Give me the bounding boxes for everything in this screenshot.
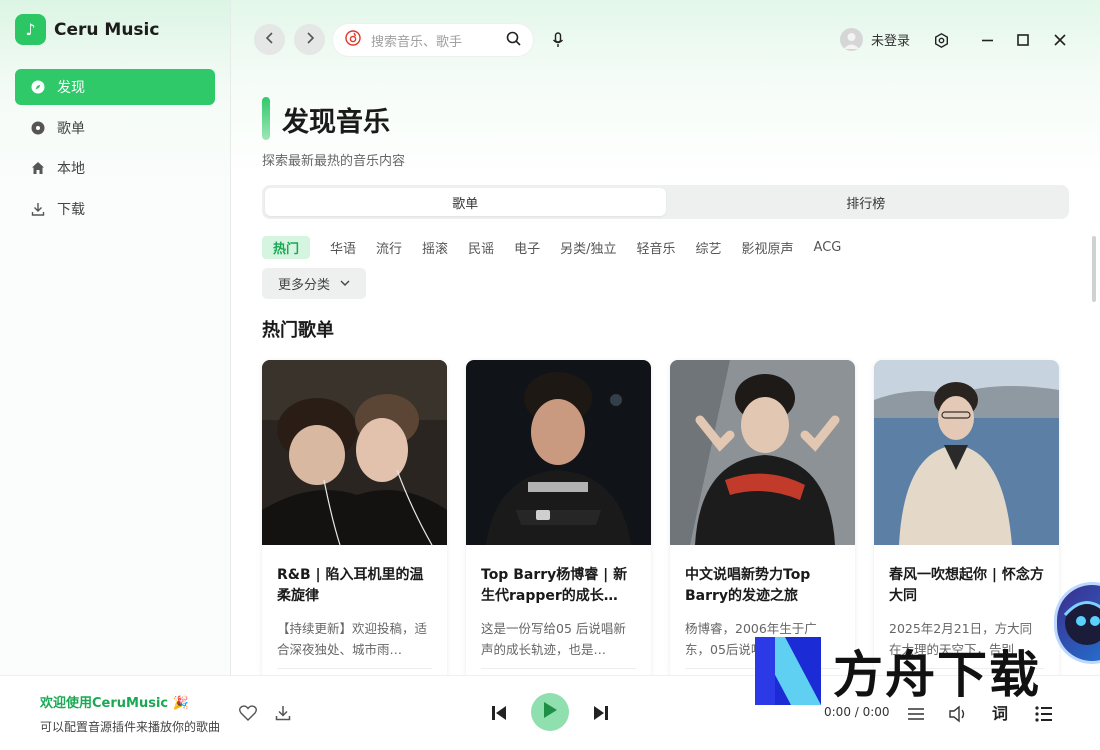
category-light[interactable]: 轻音乐 (636, 236, 675, 259)
close-icon[interactable] (1050, 30, 1070, 50)
home-icon (31, 161, 45, 175)
play-icon (542, 701, 558, 723)
tab-charts[interactable]: 排行榜 (666, 188, 1067, 216)
sidebar-item-label: 发现 (57, 80, 85, 96)
sidebar: ♪ Ceru Music 发现 歌单 本地 下载 (0, 0, 231, 675)
sidebar-item-playlists[interactable]: 歌单 (15, 110, 215, 146)
minimize-icon[interactable] (977, 30, 997, 50)
heart-icon[interactable] (238, 703, 258, 723)
playlist-card[interactable]: 中文说唱新势力Top Barry的发迹之旅 杨博睿，2006年生于广东，05后说… (670, 360, 855, 680)
page-subtitle: 探索最新最热的音乐内容 (262, 154, 406, 169)
more-categories-button[interactable]: 更多分类 (262, 268, 366, 299)
site-watermark: 方舟下载 (755, 637, 1055, 705)
divider (277, 668, 432, 669)
play-button[interactable] (531, 693, 569, 731)
playlist-cover-image[interactable] (466, 360, 651, 545)
sidebar-item-label: 歌单 (57, 120, 85, 137)
playlist-card[interactable]: Top Barry杨博睿 | 新生代rapper的成长… 这是一份写给05 后说… (466, 360, 651, 680)
hint-text: 可以配置音源插件来播放你的歌曲 (40, 720, 221, 734)
sidebar-item-downloads[interactable]: 下载 (15, 191, 215, 227)
microphone-icon[interactable] (548, 30, 568, 50)
category-rock[interactable]: 摇滚 (422, 236, 448, 259)
chevron-right-icon (305, 31, 315, 48)
vertical-scrollbar[interactable] (1092, 236, 1096, 302)
sidebar-item-local[interactable]: 本地 (15, 150, 215, 186)
playlist-title[interactable]: 春风一吹想起你 | 怀念方大同 (889, 565, 1044, 607)
category-variety[interactable]: 综艺 (696, 236, 722, 259)
previous-track-icon[interactable] (488, 702, 510, 724)
category-electronic[interactable]: 电子 (514, 236, 540, 259)
playlist-cover-image[interactable] (874, 360, 1059, 545)
divider (481, 668, 636, 669)
page-title: 发现音乐 (282, 107, 390, 138)
playlist-title[interactable]: 中文说唱新势力Top Barry的发迹之旅 (685, 565, 840, 607)
next-track-icon[interactable] (590, 702, 612, 724)
back-button[interactable] (254, 24, 285, 55)
category-folk[interactable]: 民谣 (468, 236, 494, 259)
user-name[interactable]: 未登录 (871, 30, 910, 49)
playlist-title[interactable]: R&B | 陷入耳机里的温柔旋律 (277, 565, 432, 607)
playlist-card[interactable]: 春风一吹想起你 | 怀念方大同 2025年2月21日，方大同在大理的天空下，告别 (874, 360, 1059, 680)
assistant-float-button[interactable] (1057, 585, 1100, 661)
category-soundtrack[interactable]: 影视原声 (742, 236, 794, 259)
watermark-text: 方舟下载 (833, 646, 1041, 704)
welcome-text: 欢迎使用CeruMusic 🎉 (40, 696, 189, 711)
category-hot[interactable]: 热门 (262, 236, 311, 259)
forward-button[interactable] (294, 24, 325, 55)
watermark-logo-icon (755, 637, 821, 705)
disc-icon (31, 121, 45, 135)
user-menu[interactable]: 未登录 (840, 28, 910, 51)
avatar[interactable] (840, 28, 863, 51)
chevron-down-icon (340, 276, 350, 291)
category-chinese[interactable]: 华语 (330, 236, 356, 259)
category-indie[interactable]: 另类/独立 (560, 236, 616, 259)
search-input[interactable]: 搜索音乐、歌手 (371, 31, 496, 50)
tab-bar: 歌单 排行榜 (262, 185, 1069, 219)
category-pop[interactable]: 流行 (376, 236, 402, 259)
more-categories-label: 更多分类 (277, 278, 330, 293)
category-acg[interactable]: ACG (814, 236, 842, 259)
playlist-description: 这是一份写给05 后说唱新声的成长轨迹，也是… (481, 621, 626, 657)
chevron-left-icon (265, 31, 275, 48)
compass-icon (31, 80, 45, 94)
playlist-cover-image[interactable] (670, 360, 855, 545)
playlist-cover-image[interactable] (262, 360, 447, 545)
maximize-icon[interactable] (1013, 30, 1033, 50)
tab-playlists[interactable]: 歌单 (265, 188, 666, 216)
settings-icon[interactable] (931, 30, 951, 50)
playlist-grid: R&B | 陷入耳机里的温柔旋律 【持续更新】欢迎投稿，适合深夜独处、城市雨… (262, 360, 1059, 680)
sidebar-item-discover[interactable]: 发现 (15, 69, 215, 105)
sidebar-item-label: 下载 (57, 201, 85, 218)
sidebar-nav: 发现 歌单 本地 下载 (15, 69, 215, 231)
playlist-description: 【持续更新】欢迎投稿，适合深夜独处、城市雨… (277, 621, 428, 657)
sidebar-item-label: 本地 (57, 161, 85, 177)
category-list: 热门 华语 流行 摇滚 民谣 电子 另类/独立 轻音乐 综艺 影视原声 ACG (262, 236, 841, 259)
app-name: Ceru Music (54, 19, 160, 40)
app-logo: ♪ Ceru Music (15, 14, 159, 45)
section-title: 热门歌单 (262, 320, 334, 341)
playlist-card[interactable]: R&B | 陷入耳机里的温柔旋律 【持续更新】欢迎投稿，适合深夜独处、城市雨… (262, 360, 447, 680)
download-icon[interactable] (273, 703, 293, 723)
search-bar[interactable]: 搜索音乐、歌手 (333, 24, 533, 56)
netease-source-icon[interactable] (345, 30, 361, 50)
title-accent-bar (262, 97, 270, 140)
search-icon[interactable] (506, 31, 521, 50)
playback-time: 0:00 / 0:00 (824, 705, 890, 719)
music-note-icon: ♪ (15, 14, 46, 45)
playlist-title[interactable]: Top Barry杨博睿 | 新生代rapper的成长… (481, 565, 636, 607)
download-icon (31, 202, 45, 216)
